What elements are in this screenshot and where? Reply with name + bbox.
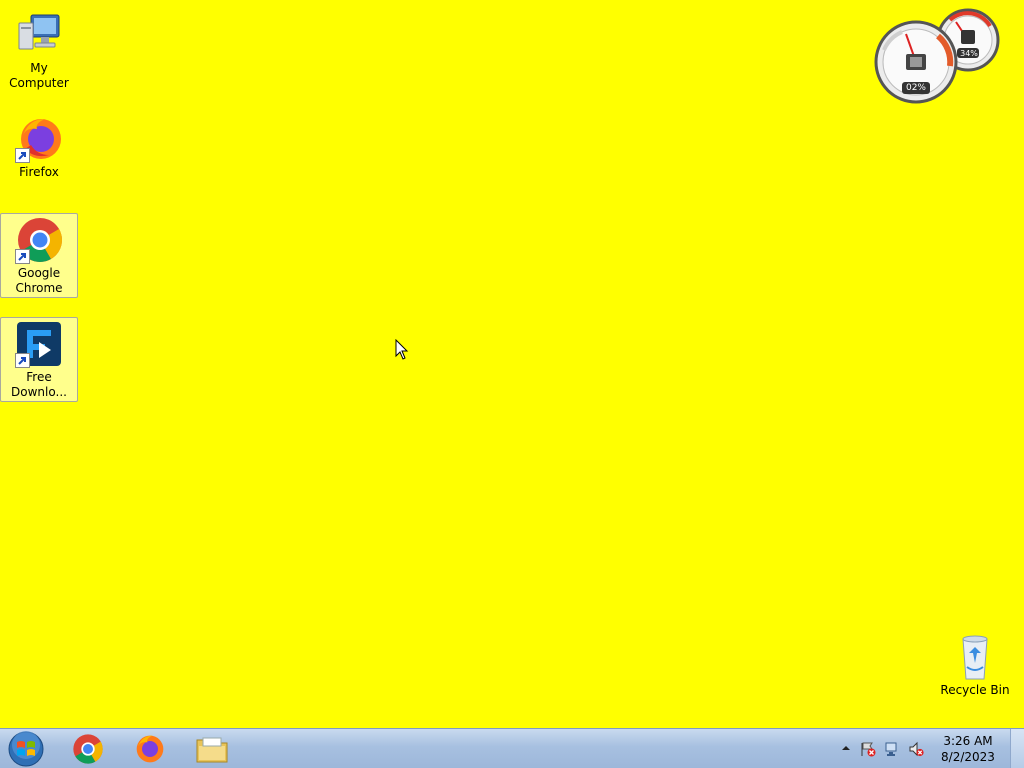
chrome-icon	[73, 734, 103, 764]
desktop-icon-label: Recycle Bin	[940, 683, 1010, 697]
windows-logo-icon	[8, 731, 44, 767]
shortcut-arrow-icon	[15, 353, 30, 368]
desktop-icon-free-download-manager[interactable]: Free Downlo...	[0, 317, 78, 402]
network-icon[interactable]	[884, 741, 900, 757]
firefox-icon	[15, 115, 63, 163]
shortcut-arrow-icon	[15, 148, 30, 163]
taskbar-chrome-button[interactable]	[60, 730, 116, 768]
desktop-icon-label: Free Downlo...	[11, 370, 67, 399]
show-desktop-button[interactable]	[1010, 729, 1024, 768]
desktop-icon-my-computer[interactable]: My Computer	[0, 8, 78, 92]
mouse-cursor-icon	[395, 338, 409, 361]
desktop-icon-label: My Computer	[9, 61, 69, 90]
free-download-manager-icon	[15, 320, 63, 368]
recycle-bin-icon	[951, 633, 999, 681]
clock-time: 3:26 AM	[943, 734, 993, 748]
desktop-icon-label: Firefox	[19, 165, 59, 179]
gauge-icon	[874, 8, 1000, 104]
volume-muted-icon[interactable]	[908, 741, 924, 757]
cpu-percent: 02%	[905, 83, 926, 93]
start-button[interactable]	[6, 731, 46, 767]
show-hidden-icons-arrow-icon[interactable]	[840, 742, 856, 758]
computer-icon	[15, 11, 63, 59]
desktop-icon-google-chrome[interactable]: Google Chrome	[0, 213, 78, 298]
desktop-icon-label: Google Chrome	[15, 266, 63, 295]
clock-date: 8/2/2023	[941, 750, 995, 764]
action-center-flag-icon[interactable]	[860, 741, 876, 757]
firefox-icon	[136, 735, 164, 763]
cpu-meter-gadget[interactable]: 34% 02%	[872, 6, 1002, 104]
system-tray: 3:26 AM 8/2/2023	[834, 729, 1024, 768]
desktop-icon-recycle-bin[interactable]: Recycle Bin	[936, 630, 1014, 699]
folder-icon	[196, 737, 228, 763]
shortcut-arrow-icon	[15, 249, 30, 264]
desktop-icon-firefox[interactable]: Firefox	[0, 112, 78, 181]
taskbar-firefox-button[interactable]	[122, 730, 178, 768]
chrome-icon	[15, 216, 63, 264]
taskbar-clock[interactable]: 3:26 AM 8/2/2023	[940, 733, 996, 765]
taskbar: 3:26 AM 8/2/2023	[0, 728, 1024, 768]
taskbar-explorer-button[interactable]	[184, 730, 240, 768]
memory-percent: 34%	[960, 49, 978, 58]
